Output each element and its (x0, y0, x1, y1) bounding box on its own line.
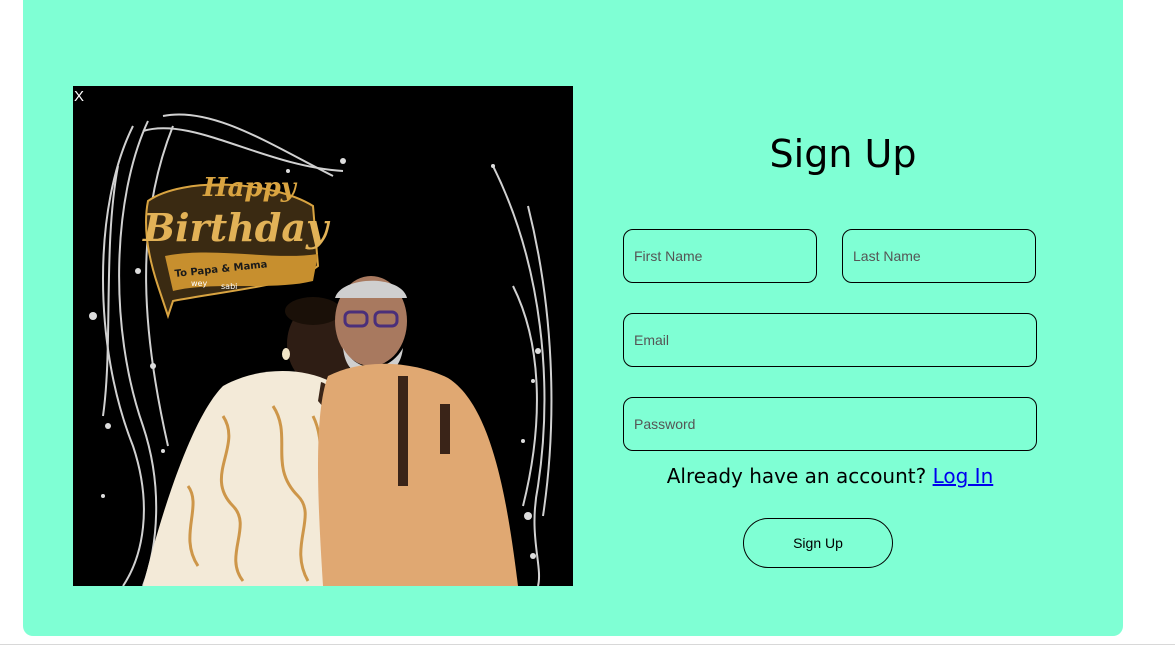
first-name-field[interactable] (623, 229, 817, 283)
signup-modal: Happy Birthday To Papa & Mama wey sabi X… (23, 0, 1123, 636)
banner-happy-text: Happy (202, 173, 298, 203)
man-figure (318, 276, 518, 586)
last-name-field[interactable] (842, 229, 1036, 283)
ribbon-sub1-text: wey (191, 279, 207, 288)
email-field[interactable] (623, 313, 1037, 367)
login-link[interactable]: Log In (933, 464, 994, 488)
login-prompt-row: Already have an account? Log In (623, 462, 1037, 490)
close-button[interactable]: X (73, 88, 85, 106)
login-prompt-text: Already have an account? (666, 464, 927, 488)
birthday-photo: Happy Birthday To Papa & Mama wey sabi X (73, 86, 573, 586)
password-field[interactable] (623, 397, 1037, 451)
birthday-photo-graphic: Happy Birthday To Papa & Mama wey sabi (89, 113, 553, 586)
page-title: Sign Up (769, 132, 917, 176)
page-divider (0, 644, 1175, 645)
banner-birthday-text: Birthday (142, 205, 331, 250)
signup-submit-button[interactable]: Sign Up (743, 518, 893, 568)
ribbon-sub2-text: sabi (221, 282, 237, 291)
